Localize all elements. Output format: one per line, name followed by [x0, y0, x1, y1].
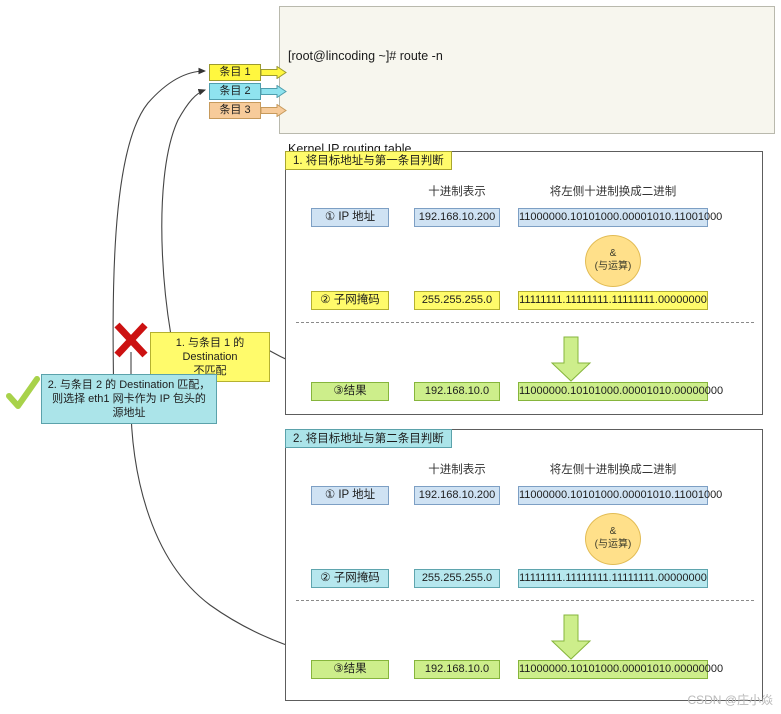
- panel-1-mask-label: ② 子网掩码: [311, 291, 389, 310]
- check-mark-icon: [6, 376, 40, 417]
- panel-2-and-name: (与运算): [594, 539, 632, 550]
- panel-1-divider: [296, 322, 754, 323]
- panel-2-ip-label: ① IP 地址: [311, 486, 389, 505]
- panel-2-ip-decimal: 192.168.10.200: [414, 486, 500, 505]
- match-callout: 2. 与条目 2 的 Destination 匹配， 则选择 eth1 网卡作为…: [41, 374, 217, 424]
- panel-1-decimal-header: 十进制表示: [428, 186, 486, 198]
- match-callout-line2: 则选择 eth1 网卡作为 IP 包头的源地址: [52, 393, 206, 419]
- panel-2-badge: 2. 将目标地址与第二条目判断: [285, 429, 452, 448]
- entry-1-arrow-icon: [261, 66, 287, 79]
- panel-2-divider: [296, 600, 754, 601]
- panel-2-ip-binary: 11000000.10101000.00001010.11001000: [518, 486, 722, 505]
- panel-1-and-operator: & (与运算): [585, 235, 641, 287]
- panel-1-binary-header: 将左侧十进制换成二进制: [549, 186, 677, 198]
- mismatch-callout-line1: 1. 与条目 1 的 Destination: [175, 337, 245, 363]
- panel-1-result-label: ③结果: [311, 382, 389, 401]
- match-callout-line1: 2. 与条目 2 的 Destination 匹配，: [47, 379, 211, 391]
- x-cross-icon: [114, 322, 148, 363]
- panel-1-mask-binary: 11111111.11111111.11111111.00000000: [518, 291, 708, 310]
- entry-2-arrow-icon: [261, 85, 287, 98]
- panel-2-mask-label: ② 子网掩码: [311, 569, 389, 588]
- step-panel-2: 2. 将目标地址与第二条目判断 十进制表示 将左侧十进制换成二进制 ① IP 地…: [285, 429, 763, 701]
- panel-2-result-decimal: 192.168.10.0: [414, 660, 500, 679]
- panel-2-mask-binary: 11111111.11111111.11111111.00000000: [518, 569, 708, 588]
- panel-2-and-symbol: &: [609, 526, 617, 537]
- panel-1-mask-decimal: 255.255.255.0: [414, 291, 500, 310]
- panel-1-ip-decimal: 192.168.10.200: [414, 208, 500, 227]
- panel-2-result-binary: 11000000.10101000.00001010.00000000: [518, 660, 723, 679]
- watermark: CSDN @庄小焱: [687, 693, 773, 707]
- panel-1-and-name: (与运算): [594, 261, 632, 272]
- panel-2-and-operator: & (与运算): [585, 513, 641, 565]
- panel-1-badge: 1. 将目标地址与第一条目判断: [285, 151, 452, 170]
- route-entry-2[interactable]: 条目 2: [209, 83, 261, 100]
- panel-2-mask-decimal: 255.255.255.0: [414, 569, 500, 588]
- diagram-canvas: [root@lincoding ~]# route -n Kernel IP r…: [0, 0, 781, 714]
- panel-1-result-arrow-icon: [550, 336, 592, 387]
- panel-2-result-arrow-icon: [550, 614, 592, 665]
- panel-2-binary-header: 将左侧十进制换成二进制: [549, 464, 677, 476]
- entry-3-arrow-icon: [261, 104, 287, 117]
- step-panel-1: 1. 将目标地址与第一条目判断 十进制表示 将左侧十进制换成二进制 ① IP 地…: [285, 151, 763, 415]
- panel-1-result-binary: 11000000.10101000.00001010.00000000: [518, 382, 723, 401]
- panel-2-decimal-header: 十进制表示: [428, 464, 486, 476]
- route-entry-1[interactable]: 条目 1: [209, 64, 261, 81]
- panel-1-and-symbol: &: [609, 248, 617, 259]
- panel-1-ip-label: ① IP 地址: [311, 208, 389, 227]
- panel-2-result-label: ③结果: [311, 660, 389, 679]
- terminal-prompt-line: [root@lincoding ~]# route -n: [288, 49, 443, 63]
- panel-1-result-decimal: 192.168.10.0: [414, 382, 500, 401]
- route-entry-3[interactable]: 条目 3: [209, 102, 261, 119]
- panel-1-ip-binary: 11000000.10101000.00001010.11001000: [518, 208, 722, 227]
- terminal-output: [root@lincoding ~]# route -n Kernel IP r…: [279, 6, 775, 348]
